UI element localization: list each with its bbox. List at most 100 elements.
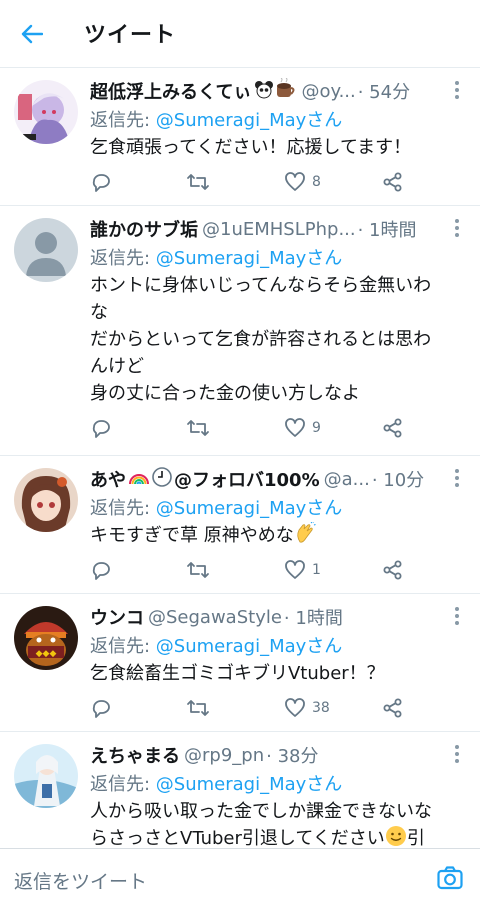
like-count: 9 [312,420,321,436]
tweet[interactable]: 誰かのサブ垢 @1uEMHSLPhp... · 1時間 返信先: @Sumera… [0,206,480,456]
tweet-line: な [90,302,108,323]
heart-icon [285,698,305,717]
kebab-dot-icon [455,469,459,473]
reply-icon [92,700,110,718]
kebab-dot-icon [455,752,459,756]
share-icon [383,560,402,580]
avatar[interactable] [14,744,78,808]
tweet-actions: 9 [90,414,480,442]
kebab-dot-icon [455,745,459,749]
camera-icon [437,866,463,890]
tweet-text: 人から吸い取った金でしか課金できないな らさっさとVTuber引退してください … [90,798,450,848]
retweet-button[interactable] [186,694,210,722]
reply-list[interactable]: 超低浮上みるくてぃ @oy... · 54分 返信先: @Sumeragi_Ma… [0,68,480,848]
reply-button[interactable] [90,414,112,442]
reply-to-link[interactable]: @Sumeragi_Mayさん [156,636,343,657]
display-name[interactable]: 超低浮上みるくてぃ [90,78,251,104]
tweet-actions: 38 [90,694,480,722]
share-button[interactable] [382,168,404,196]
reply-context: 返信先: @Sumeragi_Mayさん [90,632,342,658]
like-button[interactable]: 1 [284,556,321,584]
tweet-text: キモすぎで草 原神やめな [90,521,450,552]
share-icon [383,698,402,718]
display-name[interactable]: えちゃまる [90,742,180,768]
camera-button[interactable] [436,864,464,892]
display-name-suffix[interactable]: @フォロバ100% [174,466,320,492]
avatar[interactable]: ◆◆◆ [14,606,78,670]
tweet-text: 乞食絵畜生ゴミゴキブリVtuber！？ [90,660,450,687]
kebab-dot-icon [455,759,459,763]
more-options-button[interactable] [450,742,464,766]
reply-to-link[interactable]: @Sumeragi_Mayさん [156,498,343,519]
avatar[interactable] [14,468,78,532]
reply-to-link[interactable]: @Sumeragi_Mayさん [156,774,343,795]
avatar[interactable] [14,80,78,144]
page-title: ツイート [84,23,177,48]
avatar[interactable] [14,218,78,282]
retweet-button[interactable] [186,414,210,442]
smiling-face-emoji [385,825,407,848]
tweet-line-tail: 引 [406,828,425,848]
user-handle: @1uEMHSLPhp... [202,218,356,240]
timestamp[interactable]: · 10分 [372,466,424,492]
timestamp[interactable]: · 1時間 [284,604,343,630]
kebab-dot-icon [455,226,459,230]
clapping-hands-emoji [294,521,316,552]
tweet[interactable]: 超低浮上みるくてぃ @oy... · 54分 返信先: @Sumeragi_Ma… [0,68,480,206]
reply-prefix: 返信先: [90,110,156,131]
back-button[interactable] [16,18,48,50]
tweet-line: 乞食頑張ってください！応援してます！ [90,137,412,158]
reply-button[interactable] [90,556,112,584]
like-button[interactable]: 38 [284,694,330,722]
more-options-button[interactable] [450,78,464,102]
kebab-dot-icon [455,81,459,85]
retweet-button[interactable] [186,168,210,196]
like-button[interactable]: 8 [284,168,321,196]
more-options-button[interactable] [450,216,464,240]
display-name[interactable]: 誰かのサブ垢 [90,216,198,242]
tweet-actions: 8 [90,168,480,196]
retweet-icon [187,174,209,190]
tweet-line: 身の丈に合った金の使い方しなよ [90,383,360,404]
reply-composer[interactable]: 返信をツイート [0,848,480,908]
heart-icon [285,418,305,437]
reply-prefix: 返信先: [90,498,156,519]
tweet[interactable]: あや @フォロバ100% @a... · 10分 返信先: @Sumeragi_… [0,456,480,594]
tweet-line: ホントに身体いじってんならそら金無いわ [90,275,432,296]
share-button[interactable] [382,414,404,442]
timestamp[interactable]: · 38分 [266,742,318,768]
display-name[interactable]: ウンコ [90,604,144,630]
tweet-line: 人から吸い取った金でしか課金できないな [90,801,432,822]
reply-button[interactable] [90,168,112,196]
kebab-dot-icon [455,88,459,92]
svg-text:◆◆◆: ◆◆◆ [36,649,57,659]
tweet[interactable]: えちゃまる @rp9_pn · 38分 返信先: @Sumeragi_Mayさん… [0,732,480,848]
tweet[interactable]: ◆◆◆ ウンコ @SegawaStyle · 1時間 返信先: @Sumerag… [0,594,480,732]
share-button[interactable] [382,694,404,722]
tweet-text: ホントに身体いじってんならそら金無いわ な だからといって乞食が許容されるとは思… [90,272,450,407]
reply-icon [92,562,110,580]
rainbow-clock-emoji [128,466,174,492]
reply-button[interactable] [90,694,112,722]
tweet-line: らさっさとVTuber引退してください 引 [90,825,450,848]
reply-to-link[interactable]: @Sumeragi_Mayさん [156,110,343,131]
tweet-line-text: らさっさとVTuber引退してください [90,828,385,848]
reply-to-link[interactable]: @Sumeragi_Mayさん [156,248,343,269]
tweet-line: だからといって乞食が許容されるとは思わ [90,329,432,350]
more-options-button[interactable] [450,466,464,490]
kebab-dot-icon [455,233,459,237]
like-button[interactable]: 9 [284,414,321,442]
reply-icon [92,420,110,438]
kebab-dot-icon [455,476,459,480]
retweet-button[interactable] [186,556,210,584]
reply-input[interactable]: 返信をツイート [14,867,147,894]
reply-prefix: 返信先: [90,636,156,657]
panda-coffee-emoji [253,77,297,104]
timestamp[interactable]: · 54分 [358,78,410,104]
display-name[interactable]: あや [90,466,126,492]
more-options-button[interactable] [450,604,464,628]
timestamp[interactable]: · 1時間 [358,216,417,242]
tweet-line-text: キモすぎで草 原神やめな [90,525,294,546]
share-button[interactable] [382,556,404,584]
reply-context: 返信先: @Sumeragi_Mayさん [90,770,342,796]
